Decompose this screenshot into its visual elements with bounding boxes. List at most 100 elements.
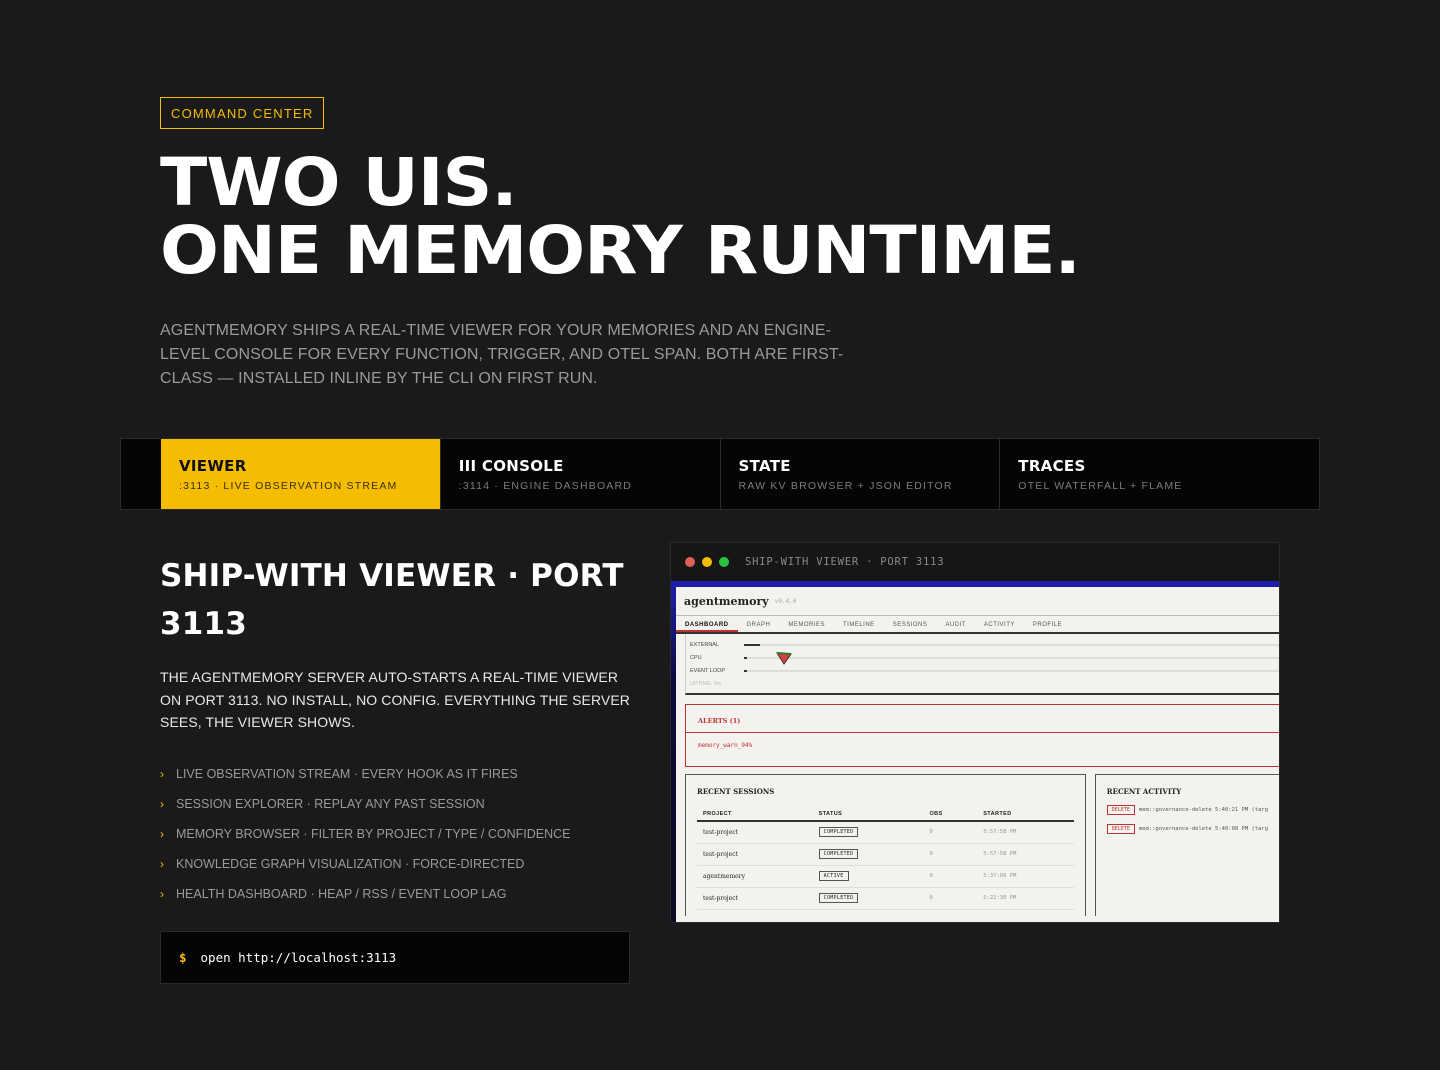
metric-label: CPU [690, 654, 702, 661]
chevron-right-icon: › [160, 826, 164, 841]
nav-dashboard[interactable]: DASHBOARD [676, 616, 738, 632]
session-started: 5:37:06 PM [977, 865, 1074, 888]
table-row[interactable]: agentmemory ACTIVE 0 5:37:06 PM [697, 865, 1074, 888]
tab-viewer[interactable]: VIEWER :3113 · LIVE OBSERVATION STREAM [161, 439, 441, 509]
alerts-title: ALERTS (1) [686, 705, 1279, 733]
metric-row: EVENT LOOP [690, 664, 1279, 677]
session-started: 5:22:30 PM [977, 887, 1074, 910]
tab-title: STATE [738, 457, 791, 475]
section-tag: COMMAND CENTER [160, 97, 325, 129]
command-snippet[interactable]: $ open http://localhost:3113 [160, 930, 630, 984]
tab-subtitle: OTEL WATERFALL + FLAME [1018, 480, 1183, 492]
nav-memories[interactable]: MEMORIES [779, 616, 834, 632]
table-row[interactable]: test-project COMPLETED 0 5:57:58 PM [697, 821, 1074, 844]
list-item: › KNOWLEDGE GRAPH VISUALIZATION · FORCE-D… [160, 849, 630, 879]
panel-title: RECENT SESSIONS [697, 787, 775, 796]
recent-activity-panel: RECENT ACTIVITY DELETE mem::governance-d… [1094, 774, 1279, 916]
activity-text: mem::governance-delete 5:40:08 PM (targ [1138, 826, 1268, 832]
command-text[interactable]: open http://localhost:3113 [201, 950, 397, 965]
app-header: agentmemory v0.4.0 [676, 587, 1279, 616]
tab-console[interactable]: III CONSOLE :3114 · ENGINE DASHBOARD [441, 439, 721, 509]
feature-text: SESSION EXPLORER · REPLAY ANY PAST SESSI… [176, 796, 485, 811]
list-item: › LIVE OBSERVATION STREAM · EVERY HOOK AS… [160, 759, 630, 789]
nav-timeline[interactable]: TIMELINE [834, 616, 884, 632]
hero-title-line-1: TWO UIS. [160, 144, 518, 221]
activity-row[interactable]: DELETE mem::governance-delete 5:40:21 PM… [1106, 805, 1268, 815]
tab-state[interactable]: STATE RAW KV BROWSER + JSON EDITOR [721, 439, 1001, 509]
table-row[interactable]: test-project COMPLETED 0 5:22:30 PM [697, 887, 1074, 910]
activity-row[interactable]: DELETE mem::governance-delete 5:40:08 PM… [1106, 824, 1268, 834]
alert-message[interactable]: memory_warn_94% [686, 733, 1279, 749]
viewer-screenshot-window: SHIP-WITH VIEWER · PORT 3113 agentmemory… [670, 542, 1280, 923]
tab-title: TRACES [1018, 457, 1086, 475]
tab-subtitle: RAW KV BROWSER + JSON EDITOR [738, 480, 953, 492]
metric-label: EVENT LOOP [690, 667, 726, 674]
table-row[interactable]: test-project COMPLETED 0 5:57:58 PM [697, 843, 1074, 866]
app-logo: agentmemory [684, 594, 769, 608]
session-status: COMPLETED [812, 843, 924, 866]
column-header: STATUS [812, 811, 924, 822]
status-badge: COMPLETED [818, 893, 859, 903]
session-project: agentmemory [697, 865, 813, 888]
nav-activity[interactable]: ACTIVITY [975, 616, 1024, 632]
health-metrics: EXTERNAL CPU EVENT LOOP UPTIME: 0m [685, 634, 1279, 695]
watermelon-icon [776, 652, 792, 665]
app-nav: DASHBOARD GRAPH MEMORIES TIMELINE SESSIO… [676, 616, 1279, 634]
session-obs: 0 [923, 887, 978, 910]
metric-track [744, 643, 1279, 646]
window-title: SHIP-WITH VIEWER · PORT 3113 [745, 555, 945, 568]
session-project: test-project [697, 843, 813, 866]
sessions-table: PROJECT STATUS OBS STARTED test-project … [697, 811, 1074, 910]
lower-panels: RECENT SESSIONS PROJECT STATUS OBS START… [685, 774, 1279, 916]
close-dot-icon [685, 556, 695, 567]
session-status: COMPLETED [812, 887, 924, 910]
metric-label: EXTERNAL [690, 641, 720, 648]
nav-sessions[interactable]: SESSIONS [884, 616, 937, 632]
tab-subtitle: :3114 · ENGINE DASHBOARD [458, 480, 633, 492]
tab-title: III CONSOLE [458, 457, 564, 475]
action-badge: DELETE [1106, 805, 1135, 815]
tab-title: VIEWER [179, 457, 247, 475]
viewer-details: SHIP-WITH VIEWER · PORT 3113 THE AGENTME… [160, 552, 630, 984]
feature-text: HEALTH DASHBOARD · HEAP / RSS / EVENT LO… [176, 886, 507, 901]
session-project: test-project [697, 821, 813, 844]
hero-title-line-2: ONE MEMORY RUNTIME. [160, 212, 1081, 289]
panel-title: RECENT ACTIVITY [1106, 787, 1182, 796]
viewer-app-preview: agentmemory v0.4.0 DASHBOARD GRAPH MEMOR… [676, 587, 1279, 922]
feature-text: MEMORY BROWSER · FILTER BY PROJECT / TYP… [176, 826, 571, 841]
metric-track [744, 669, 1279, 672]
session-status: ACTIVE [812, 865, 924, 888]
list-item: › MEMORY BROWSER · FILTER BY PROJECT / TY… [160, 819, 630, 849]
feature-list: › LIVE OBSERVATION STREAM · EVERY HOOK AS… [160, 759, 630, 909]
tab-traces[interactable]: TRACES OTEL WATERFALL + FLAME [1000, 439, 1319, 509]
chevron-right-icon: › [160, 886, 164, 901]
status-badge: COMPLETED [818, 849, 859, 859]
tab-subtitle: :3113 · LIVE OBSERVATION STREAM [179, 480, 398, 492]
alerts-panel: ALERTS (1) memory_warn_94% [685, 704, 1279, 767]
feature-text: LIVE OBSERVATION STREAM · EVERY HOOK AS … [176, 766, 518, 781]
window-titlebar: SHIP-WITH VIEWER · PORT 3113 [671, 543, 1279, 580]
nav-profile[interactable]: PROFILE [1024, 616, 1071, 632]
maximize-dot-icon [719, 556, 729, 567]
session-started: 5:57:58 PM [977, 843, 1074, 866]
hero-lead: AGENTMEMORY SHIPS A REAL-TIME VIEWER FOR… [160, 322, 844, 387]
uptime: UPTIME: 0m [690, 680, 722, 687]
app-version: v0.4.0 [774, 597, 797, 605]
chevron-right-icon: › [160, 796, 164, 811]
activity-text: mem::governance-delete 5:40:21 PM (targ [1138, 807, 1268, 813]
ui-tabs: VIEWER :3113 · LIVE OBSERVATION STREAM I… [120, 438, 1320, 510]
column-header: STARTED [977, 811, 1074, 822]
hero-section: COMMAND CENTER TWO UIS. ONE MEMORY RUNTI… [160, 97, 1320, 391]
nav-audit[interactable]: AUDIT [936, 616, 975, 632]
session-project: test-project [697, 887, 813, 910]
session-status: COMPLETED [812, 821, 924, 844]
session-started: 5:57:58 PM [977, 821, 1074, 844]
nav-graph[interactable]: GRAPH [738, 616, 780, 632]
window-content: agentmemory v0.4.0 DASHBOARD GRAPH MEMOR… [671, 581, 1279, 922]
prompt-symbol: $ [179, 949, 187, 965]
metric-fill [744, 669, 748, 672]
action-badge: DELETE [1106, 824, 1135, 834]
metric-fill [744, 643, 761, 646]
metric-fill [744, 656, 748, 659]
metric-track [744, 656, 1279, 659]
